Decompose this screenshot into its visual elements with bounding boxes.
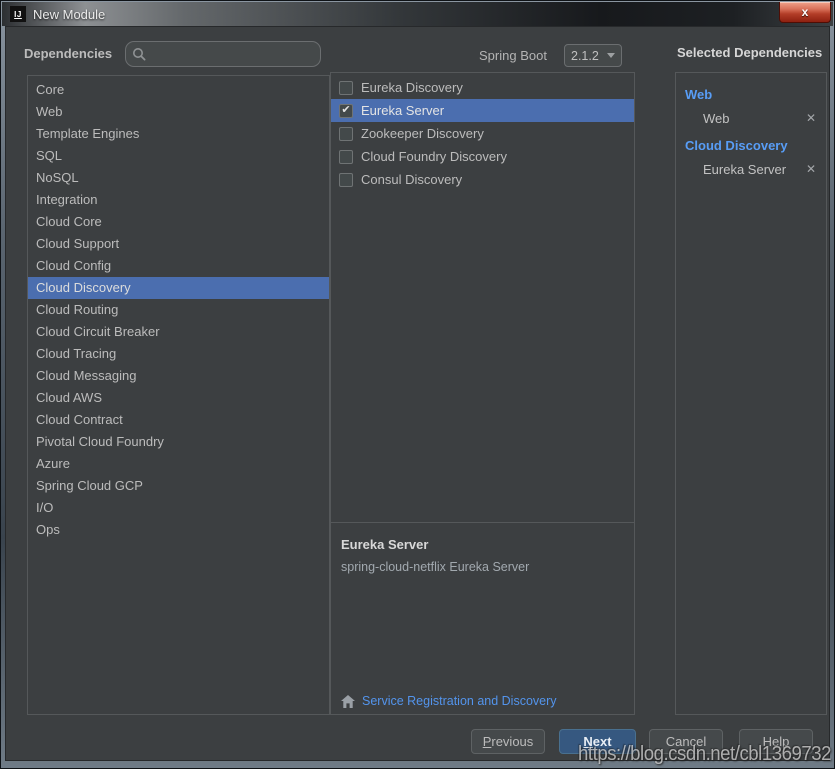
dependency-option-label: Cloud Foundry Discovery — [361, 149, 507, 164]
titlebar[interactable]: IJ New Module x — [2, 2, 833, 26]
next-button[interactable]: Next — [559, 729, 636, 754]
dependency-option-label: Eureka Server — [361, 103, 444, 118]
category-item[interactable]: Cloud Routing — [28, 299, 329, 321]
category-item[interactable]: Cloud Core — [28, 211, 329, 233]
dependency-option-label: Eureka Discovery — [361, 80, 463, 95]
category-item[interactable]: NoSQL — [28, 167, 329, 189]
category-item[interactable]: Cloud Contract — [28, 409, 329, 431]
remove-icon[interactable]: ✕ — [804, 111, 818, 125]
home-icon — [341, 695, 355, 708]
dependency-description: spring-cloud-netflix Eureka Server — [341, 560, 624, 574]
dependency-details: Eureka Server spring-cloud-netflix Eurek… — [331, 524, 634, 714]
category-item[interactable]: Core — [28, 79, 329, 101]
category-item[interactable]: Azure — [28, 453, 329, 475]
search-box[interactable] — [125, 41, 321, 67]
selected-dependency-item: Web ✕ — [684, 106, 818, 130]
category-item[interactable]: Cloud Discovery — [28, 277, 329, 299]
checkbox-icon[interactable] — [339, 150, 353, 164]
previous-button[interactable]: Previous — [471, 729, 545, 754]
category-item[interactable]: Spring Cloud GCP — [28, 475, 329, 497]
category-item[interactable]: Web — [28, 101, 329, 123]
previous-button-label: Previous — [483, 734, 534, 749]
category-item[interactable]: Template Engines — [28, 123, 329, 145]
close-button[interactable]: x — [779, 2, 831, 23]
dependency-option[interactable]: Zookeeper Discovery — [331, 122, 634, 145]
category-list: CoreWebTemplate EnginesSQLNoSQLIntegrati… — [27, 75, 330, 715]
dependency-panel: Eureka Discovery ✔ Eureka Server Zookeeper … — [330, 72, 635, 715]
help-button-label: Help — [763, 734, 790, 749]
checkbox-icon[interactable] — [339, 81, 353, 95]
checkbox-checked-icon[interactable]: ✔ — [339, 104, 353, 118]
remove-icon[interactable]: ✕ — [804, 162, 818, 176]
dependency-option-label: Consul Discovery — [361, 172, 462, 187]
dependency-option[interactable]: Eureka Discovery — [331, 76, 634, 99]
spring-boot-version-select[interactable]: 2.1.2 — [564, 44, 622, 67]
category-item[interactable]: Pivotal Cloud Foundry — [28, 431, 329, 453]
close-icon: x — [802, 6, 809, 18]
category-item[interactable]: Cloud Support — [28, 233, 329, 255]
selected-dependencies-header: Selected Dependencies — [677, 45, 822, 60]
dependency-options-list: Eureka Discovery ✔ Eureka Server Zookeeper … — [331, 73, 634, 523]
intellij-logo-icon: IJ — [10, 6, 26, 22]
category-item[interactable]: Cloud Config — [28, 255, 329, 277]
dependency-option[interactable]: ✔ Eureka Server — [331, 99, 634, 122]
category-item[interactable]: SQL — [28, 145, 329, 167]
search-icon — [132, 47, 146, 61]
dependency-option-label: Zookeeper Discovery — [361, 126, 484, 141]
spring-boot-version-value: 2.1.2 — [571, 49, 607, 63]
category-item[interactable]: Cloud Tracing — [28, 343, 329, 365]
category-item[interactable]: Cloud Messaging — [28, 365, 329, 387]
category-item[interactable]: Ops — [28, 519, 329, 541]
selected-dependency-name: Web — [703, 111, 730, 126]
selected-group-header: Web — [685, 87, 818, 102]
next-button-label: Next — [583, 734, 611, 749]
cancel-button[interactable]: Cancel — [649, 729, 723, 754]
selected-dependency-name: Eureka Server — [703, 162, 786, 177]
new-module-dialog: IJ New Module x Dependencies Spring Boot… — [0, 0, 835, 769]
dependency-title: Eureka Server — [341, 537, 624, 552]
dependency-option[interactable]: Consul Discovery — [331, 168, 634, 191]
selected-dependencies-panel: Web Web ✕ Cloud Discovery Eureka Server ✕ — [675, 72, 827, 715]
dependency-option[interactable]: Cloud Foundry Discovery — [331, 145, 634, 168]
search-input[interactable] — [151, 46, 314, 63]
category-item[interactable]: Integration — [28, 189, 329, 211]
chevron-down-icon — [607, 53, 615, 58]
category-item[interactable]: Cloud AWS — [28, 387, 329, 409]
cancel-button-label: Cancel — [666, 734, 706, 749]
selected-dependency-item: Eureka Server ✕ — [684, 157, 818, 181]
spring-boot-label: Spring Boot — [479, 48, 547, 63]
checkbox-icon[interactable] — [339, 127, 353, 141]
category-item[interactable]: I/O — [28, 497, 329, 519]
reference-link-row[interactable]: Service Registration and Discovery — [341, 694, 557, 708]
checkbox-icon[interactable] — [339, 173, 353, 187]
selected-group-header: Cloud Discovery — [685, 138, 818, 153]
help-button[interactable]: Help — [739, 729, 813, 754]
category-item[interactable]: Cloud Circuit Breaker — [28, 321, 329, 343]
dependencies-label: Dependencies — [24, 46, 112, 61]
window-title: New Module — [33, 7, 105, 22]
reference-link[interactable]: Service Registration and Discovery — [362, 694, 557, 708]
dialog-body: Dependencies Spring Boot 2.1.2 Selected … — [5, 26, 830, 761]
